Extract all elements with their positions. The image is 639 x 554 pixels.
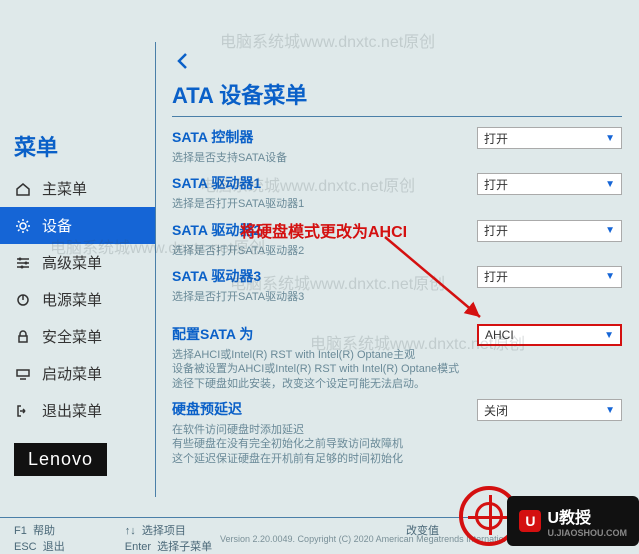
dropdown-sata-controller[interactable]: 打开 ▼ xyxy=(477,127,622,149)
setting-description: 在软件访问硬盘时添加延迟 有些硬盘在没有完全初始化之前导致访问故障机 这个延迟保… xyxy=(172,423,462,466)
sidebar-item-label: 主菜单 xyxy=(42,178,87,199)
setting-description: 选择AHCI或Intel(R) RST with Intel(R) Optane… xyxy=(172,348,462,391)
sidebar-item-exit[interactable]: 退出菜单 xyxy=(0,392,155,429)
watermark-text: 电脑系统城www.dnxtc.net原创 xyxy=(220,28,435,52)
dropdown-value: 打开 xyxy=(484,222,508,239)
setting-label: SATA 控制器 xyxy=(172,127,253,147)
setting-sata-drive1: SATA 驱动器1 打开 ▼ xyxy=(172,173,622,195)
corner-overlay: U U教授 U.JIAOSHOU.COM xyxy=(459,486,639,546)
exit-icon xyxy=(14,402,32,420)
home-icon xyxy=(14,180,32,198)
setting-hdd-delay: 硬盘预延迟 关闭 ▼ xyxy=(172,399,622,421)
setting-description: 选择是否打开SATA驱动器1 xyxy=(172,197,462,211)
dropdown-configure-sata[interactable]: AHCI ▼ xyxy=(477,324,622,346)
setting-description: 选择是否打开SATA驱动器2 xyxy=(172,244,462,258)
boot-icon xyxy=(14,365,32,383)
setting-configure-sata: 配置SATA 为 AHCI ▼ xyxy=(172,324,622,346)
sidebar-item-label: 安全菜单 xyxy=(42,326,102,347)
sidebar-item-label: 电源菜单 xyxy=(42,289,102,310)
chevron-down-icon: ▼ xyxy=(605,179,615,190)
setting-sata-controller: SATA 控制器 打开 ▼ xyxy=(172,127,622,149)
dropdown-value: 打开 xyxy=(484,176,508,193)
chevron-down-icon: ▼ xyxy=(604,330,614,341)
sidebar-item-power[interactable]: 电源菜单 xyxy=(0,281,155,318)
sidebar-item-security[interactable]: 安全菜单 xyxy=(0,318,155,355)
main-panel: ATA 设备菜单 SATA 控制器 打开 ▼ 选择是否支持SATA设备 SATA… xyxy=(172,78,622,474)
setting-description: 选择是否打开SATA驱动器3 xyxy=(172,290,462,304)
gear-icon xyxy=(14,217,32,235)
sidebar-item-advanced[interactable]: 高级菜单 xyxy=(0,244,155,281)
dropdown-value: AHCI xyxy=(485,328,514,342)
sidebar-item-boot[interactable]: 启动菜单 xyxy=(0,355,155,392)
setting-sata-drive2: SATA 驱动器2 打开 ▼ xyxy=(172,220,622,242)
setting-label: 硬盘预延迟 xyxy=(172,399,242,419)
setting-description: 选择是否支持SATA设备 xyxy=(172,151,462,165)
chevron-down-icon: ▼ xyxy=(605,271,615,282)
dropdown-value: 关闭 xyxy=(484,402,508,419)
dropdown-sata-drive1[interactable]: 打开 ▼ xyxy=(477,173,622,195)
setting-label: 配置SATA 为 xyxy=(172,324,253,344)
dropdown-hdd-delay[interactable]: 关闭 ▼ xyxy=(477,399,622,421)
vertical-divider xyxy=(155,42,156,497)
u-icon: U xyxy=(519,510,541,532)
setting-label: SATA 驱动器2 xyxy=(172,220,261,240)
dropdown-value: 打开 xyxy=(484,130,508,147)
sidebar-item-label: 启动菜单 xyxy=(42,363,102,384)
sidebar-item-label: 退出菜单 xyxy=(42,400,102,421)
setting-label: SATA 驱动器3 xyxy=(172,266,261,286)
setting-label: SATA 驱动器1 xyxy=(172,173,261,193)
dropdown-sata-drive3[interactable]: 打开 ▼ xyxy=(477,266,622,288)
sidebar-item-main[interactable]: 主菜单 xyxy=(0,170,155,207)
footer-nav: ↑↓ 选择项目 Enter 选择子菜单 xyxy=(125,522,212,554)
title-divider xyxy=(172,116,622,117)
sidebar-item-devices[interactable]: 设备 xyxy=(0,207,155,244)
power-icon xyxy=(14,291,32,309)
lock-icon xyxy=(14,328,32,346)
dropdown-sata-drive2[interactable]: 打开 ▼ xyxy=(477,220,622,242)
sidebar-item-label: 高级菜单 xyxy=(42,252,102,273)
page-title: ATA 设备菜单 xyxy=(172,78,622,110)
sidebar-title: 菜单 xyxy=(0,130,155,170)
chevron-down-icon: ▼ xyxy=(605,405,615,416)
dropdown-value: 打开 xyxy=(484,268,508,285)
back-button[interactable] xyxy=(172,50,194,77)
brand-badge: Lenovo xyxy=(14,443,107,476)
chevron-down-icon: ▼ xyxy=(605,133,615,144)
corner-brand-badge: U U教授 U.JIAOSHOU.COM xyxy=(507,496,639,546)
sidebar-item-label: 设备 xyxy=(42,215,72,236)
chevron-down-icon: ▼ xyxy=(605,225,615,236)
sliders-icon xyxy=(14,254,32,272)
footer-help: F1 帮助 ESC 退出 xyxy=(14,522,65,554)
setting-sata-drive3: SATA 驱动器3 打开 ▼ xyxy=(172,266,622,288)
